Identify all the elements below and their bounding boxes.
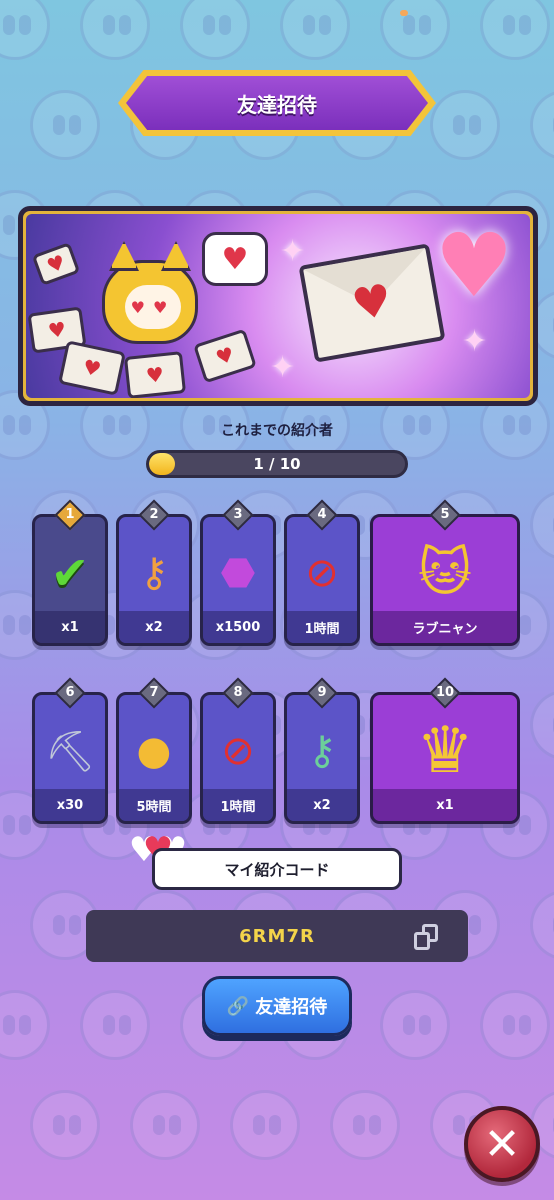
pickaxe-icon: ⛏ — [44, 728, 96, 775]
reward-amount-label: x2 — [287, 789, 357, 821]
envelope-icon: ♥ — [123, 351, 187, 398]
close-button[interactable]: ✕ — [464, 1106, 540, 1182]
background-face-icon — [480, 0, 550, 60]
background-face-icon — [30, 90, 100, 160]
glowing-heart-icon: ♥ — [434, 214, 514, 317]
link-icon: 🔗 — [226, 995, 250, 1017]
background-face-icon — [530, 690, 554, 760]
close-icon: ✕ — [483, 1118, 521, 1170]
reward-number: 2 — [149, 507, 159, 522]
envelope-icon: ♥ — [58, 340, 126, 396]
background-face-icon — [180, 0, 250, 60]
reward-amount-label: ラブニャン — [373, 611, 517, 643]
reward-number: 9 — [317, 685, 327, 700]
referral-code-title: マイ紹介コード — [152, 848, 402, 890]
referral-code-value: 6RM7R — [239, 925, 315, 947]
reward-amount-label: x1 — [35, 611, 105, 643]
reward-card: 4 ⊘ 1時間 — [284, 499, 360, 646]
reward-number-badge: 6 — [54, 677, 86, 709]
envelope-icon: ♥ — [193, 328, 257, 384]
background-face-icon — [380, 0, 450, 60]
reward-number-badge: 3 — [222, 499, 254, 531]
hero-illustration: ♥ ♥ ♥ ♥ ♥ ♥♥ ♥ ♥ ♥ ✦ ✦ ✦ — [18, 206, 538, 406]
coin-stack-icon: ● — [136, 728, 172, 774]
reward-number-badge: 4 — [306, 499, 338, 531]
reward-amount-label: 5時間 — [119, 789, 189, 821]
reward-amount-label: 1時間 — [203, 789, 273, 821]
cat-character-icon: 🐱 — [417, 543, 473, 603]
reward-number-badge: 8 — [222, 677, 254, 709]
progress-text: 1 / 10 — [253, 455, 301, 473]
check-icon: ✔ — [50, 546, 90, 600]
background-face-icon — [430, 90, 500, 160]
reward-number-badge: 7 — [138, 677, 170, 709]
reward-card: 3 ⬣ x1500 — [200, 499, 276, 646]
reward-card: 2 ⚷ x2 — [116, 499, 192, 646]
reward-amount-label: x2 — [119, 611, 189, 643]
reward-card: 1 ✔ x1 — [32, 499, 108, 646]
background-face-icon — [330, 1090, 400, 1160]
sparkle-icon: ✦ — [270, 350, 296, 385]
reward-amount-label: x1 — [373, 789, 517, 821]
reward-card: 6 ⛏ x30 — [32, 677, 108, 824]
referral-code-field[interactable]: 6RM7R — [86, 910, 468, 962]
reward-card: 9 ⚷ x2 — [284, 677, 360, 824]
reward-number-badge: 5 — [429, 499, 461, 531]
copy-icon[interactable] — [414, 924, 442, 952]
background-face-icon — [280, 0, 350, 60]
background-face-icon — [230, 1090, 300, 1160]
reward-number: 3 — [233, 507, 243, 522]
no-ads-icon: ⊘ — [221, 728, 255, 774]
reward-number: 5 — [440, 507, 450, 522]
reward-number: 7 — [149, 685, 159, 700]
reward-card: 8 ⊘ 1時間 — [200, 677, 276, 824]
love-letter-icon: ♥ — [298, 243, 446, 363]
envelope-icon: ♥ — [31, 242, 81, 286]
background-face-icon — [0, 990, 50, 1060]
reward-card: 5 🐱 ラブニャン — [370, 499, 520, 646]
background-face-icon — [530, 490, 554, 560]
reward-number-badge: 2 — [138, 499, 170, 531]
title-banner: 友達招待 — [118, 70, 436, 136]
page-title: 友達招待 — [237, 92, 317, 117]
no-ads-icon: ⊘ — [305, 550, 339, 596]
royal-chest-icon: ♛ — [416, 714, 474, 788]
reward-amount-label: 1時間 — [287, 611, 357, 643]
background-face-icon — [480, 990, 550, 1060]
background-face-icon — [80, 0, 150, 60]
green-key-icon: ⚷ — [307, 728, 337, 774]
status-indicator-dot — [400, 10, 408, 16]
sparkle-icon: ✦ — [462, 324, 488, 359]
invite-friends-button[interactable]: 🔗 友達招待 — [202, 976, 352, 1036]
gem-icon: ⬣ — [220, 550, 256, 596]
heart-speech-bubble-icon: ♥ — [202, 232, 268, 286]
background-face-icon — [530, 890, 554, 960]
referral-progress-bar: 1 / 10 — [146, 450, 408, 478]
reward-number-badge: 1 — [54, 499, 86, 531]
reward-number: 8 — [233, 685, 243, 700]
background-face-icon — [80, 990, 150, 1060]
reward-number-badge: 9 — [306, 677, 338, 709]
reward-number: 4 — [317, 507, 327, 522]
cat-character: ♥♥ — [102, 241, 198, 344]
reward-card: 7 ● 5時間 — [116, 677, 192, 824]
reward-amount-label: x1500 — [203, 611, 273, 643]
background-face-icon — [380, 990, 450, 1060]
invite-button-label: 友達招待 — [255, 997, 328, 1018]
reward-number: 10 — [435, 685, 455, 700]
referral-count-label: これまでの紹介者 — [221, 423, 333, 439]
background-face-icon — [30, 1090, 100, 1160]
reward-card: 10 ♛ x1 — [370, 677, 520, 824]
background-face-icon — [0, 0, 50, 60]
sparkle-icon: ✦ — [280, 234, 306, 269]
reward-number: 6 — [65, 685, 75, 700]
background-face-icon — [530, 90, 554, 160]
reward-amount-label: x30 — [35, 789, 105, 821]
key-icon: ⚷ — [139, 550, 169, 596]
background-face-icon — [130, 1090, 200, 1160]
reward-number-badge: 10 — [429, 677, 461, 709]
reward-number: 1 — [65, 507, 75, 522]
